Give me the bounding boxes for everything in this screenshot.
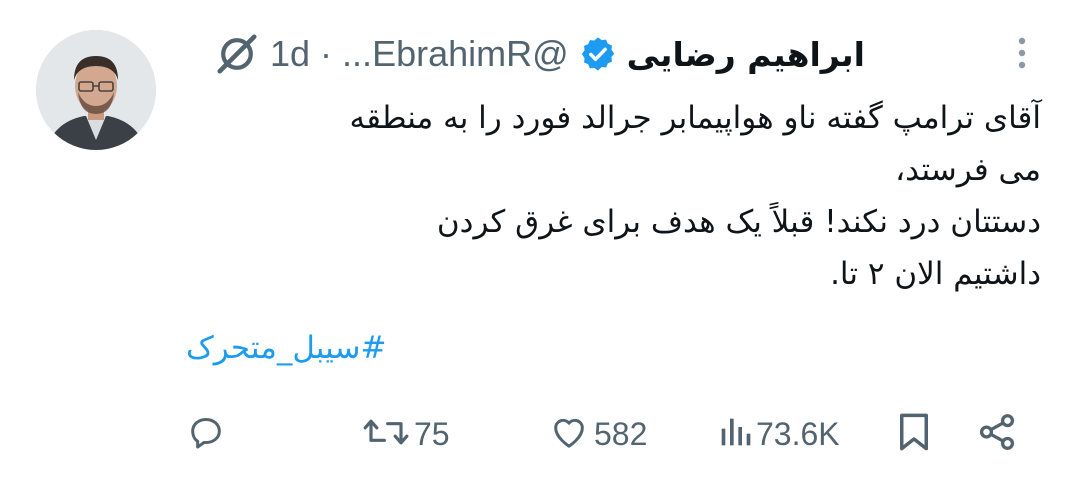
action-bar: 75 582 73.6K: [186, 406, 1041, 462]
grok-icon[interactable]: [214, 31, 260, 77]
bookmark-icon: [896, 411, 932, 457]
like-button[interactable]: 582: [548, 406, 647, 462]
avatar-photo: [36, 30, 156, 150]
author-name[interactable]: ابراهیم رضایی: [627, 35, 865, 74]
tweet-text-line: آقای ترامپ گفته ناو هواپیمابر جرالد فورد…: [349, 100, 1041, 136]
author-meta: ابراهیم رضایی @EbrahimR... · 1d: [186, 31, 865, 77]
views-icon: [718, 412, 752, 456]
tweet-text-line: دستتان درد نکند! قبلاً یک هدف برای غرق ک…: [436, 204, 1041, 240]
hashtag-link[interactable]: #سیبل_متحرک: [186, 322, 386, 374]
views-button[interactable]: 73.6K: [718, 406, 840, 462]
avatar[interactable]: [36, 30, 156, 150]
views-count: 73.6K: [756, 415, 840, 452]
separator-dot: ·: [320, 33, 333, 74]
tweet-time[interactable]: 1d: [270, 33, 310, 75]
reply-icon: [186, 412, 226, 456]
retweet-count: 75: [414, 415, 450, 452]
author-handle[interactable]: @EbrahimR...: [342, 33, 569, 75]
like-count: 582: [594, 415, 648, 452]
tweet-header: ابراهیم رضایی @EbrahimR... · 1d: [186, 26, 1041, 82]
share-icon: [976, 411, 1018, 457]
verified-badge-icon[interactable]: [579, 35, 617, 73]
retweet-icon: [362, 412, 410, 456]
tweet-text-line: داشتیم الان ۲ تا.: [830, 256, 1041, 292]
bookmark-button[interactable]: [896, 406, 932, 462]
tweet-text: آقای ترامپ گفته ناو هواپیمابر جرالد فورد…: [186, 92, 1041, 300]
retweet-button[interactable]: 75: [362, 406, 450, 462]
more-vertical-icon[interactable]: [1017, 36, 1027, 70]
share-button[interactable]: [976, 406, 1018, 462]
reply-button[interactable]: [186, 406, 230, 462]
tweet-text-line: می فرستد،: [895, 152, 1041, 188]
heart-icon: [548, 412, 590, 456]
